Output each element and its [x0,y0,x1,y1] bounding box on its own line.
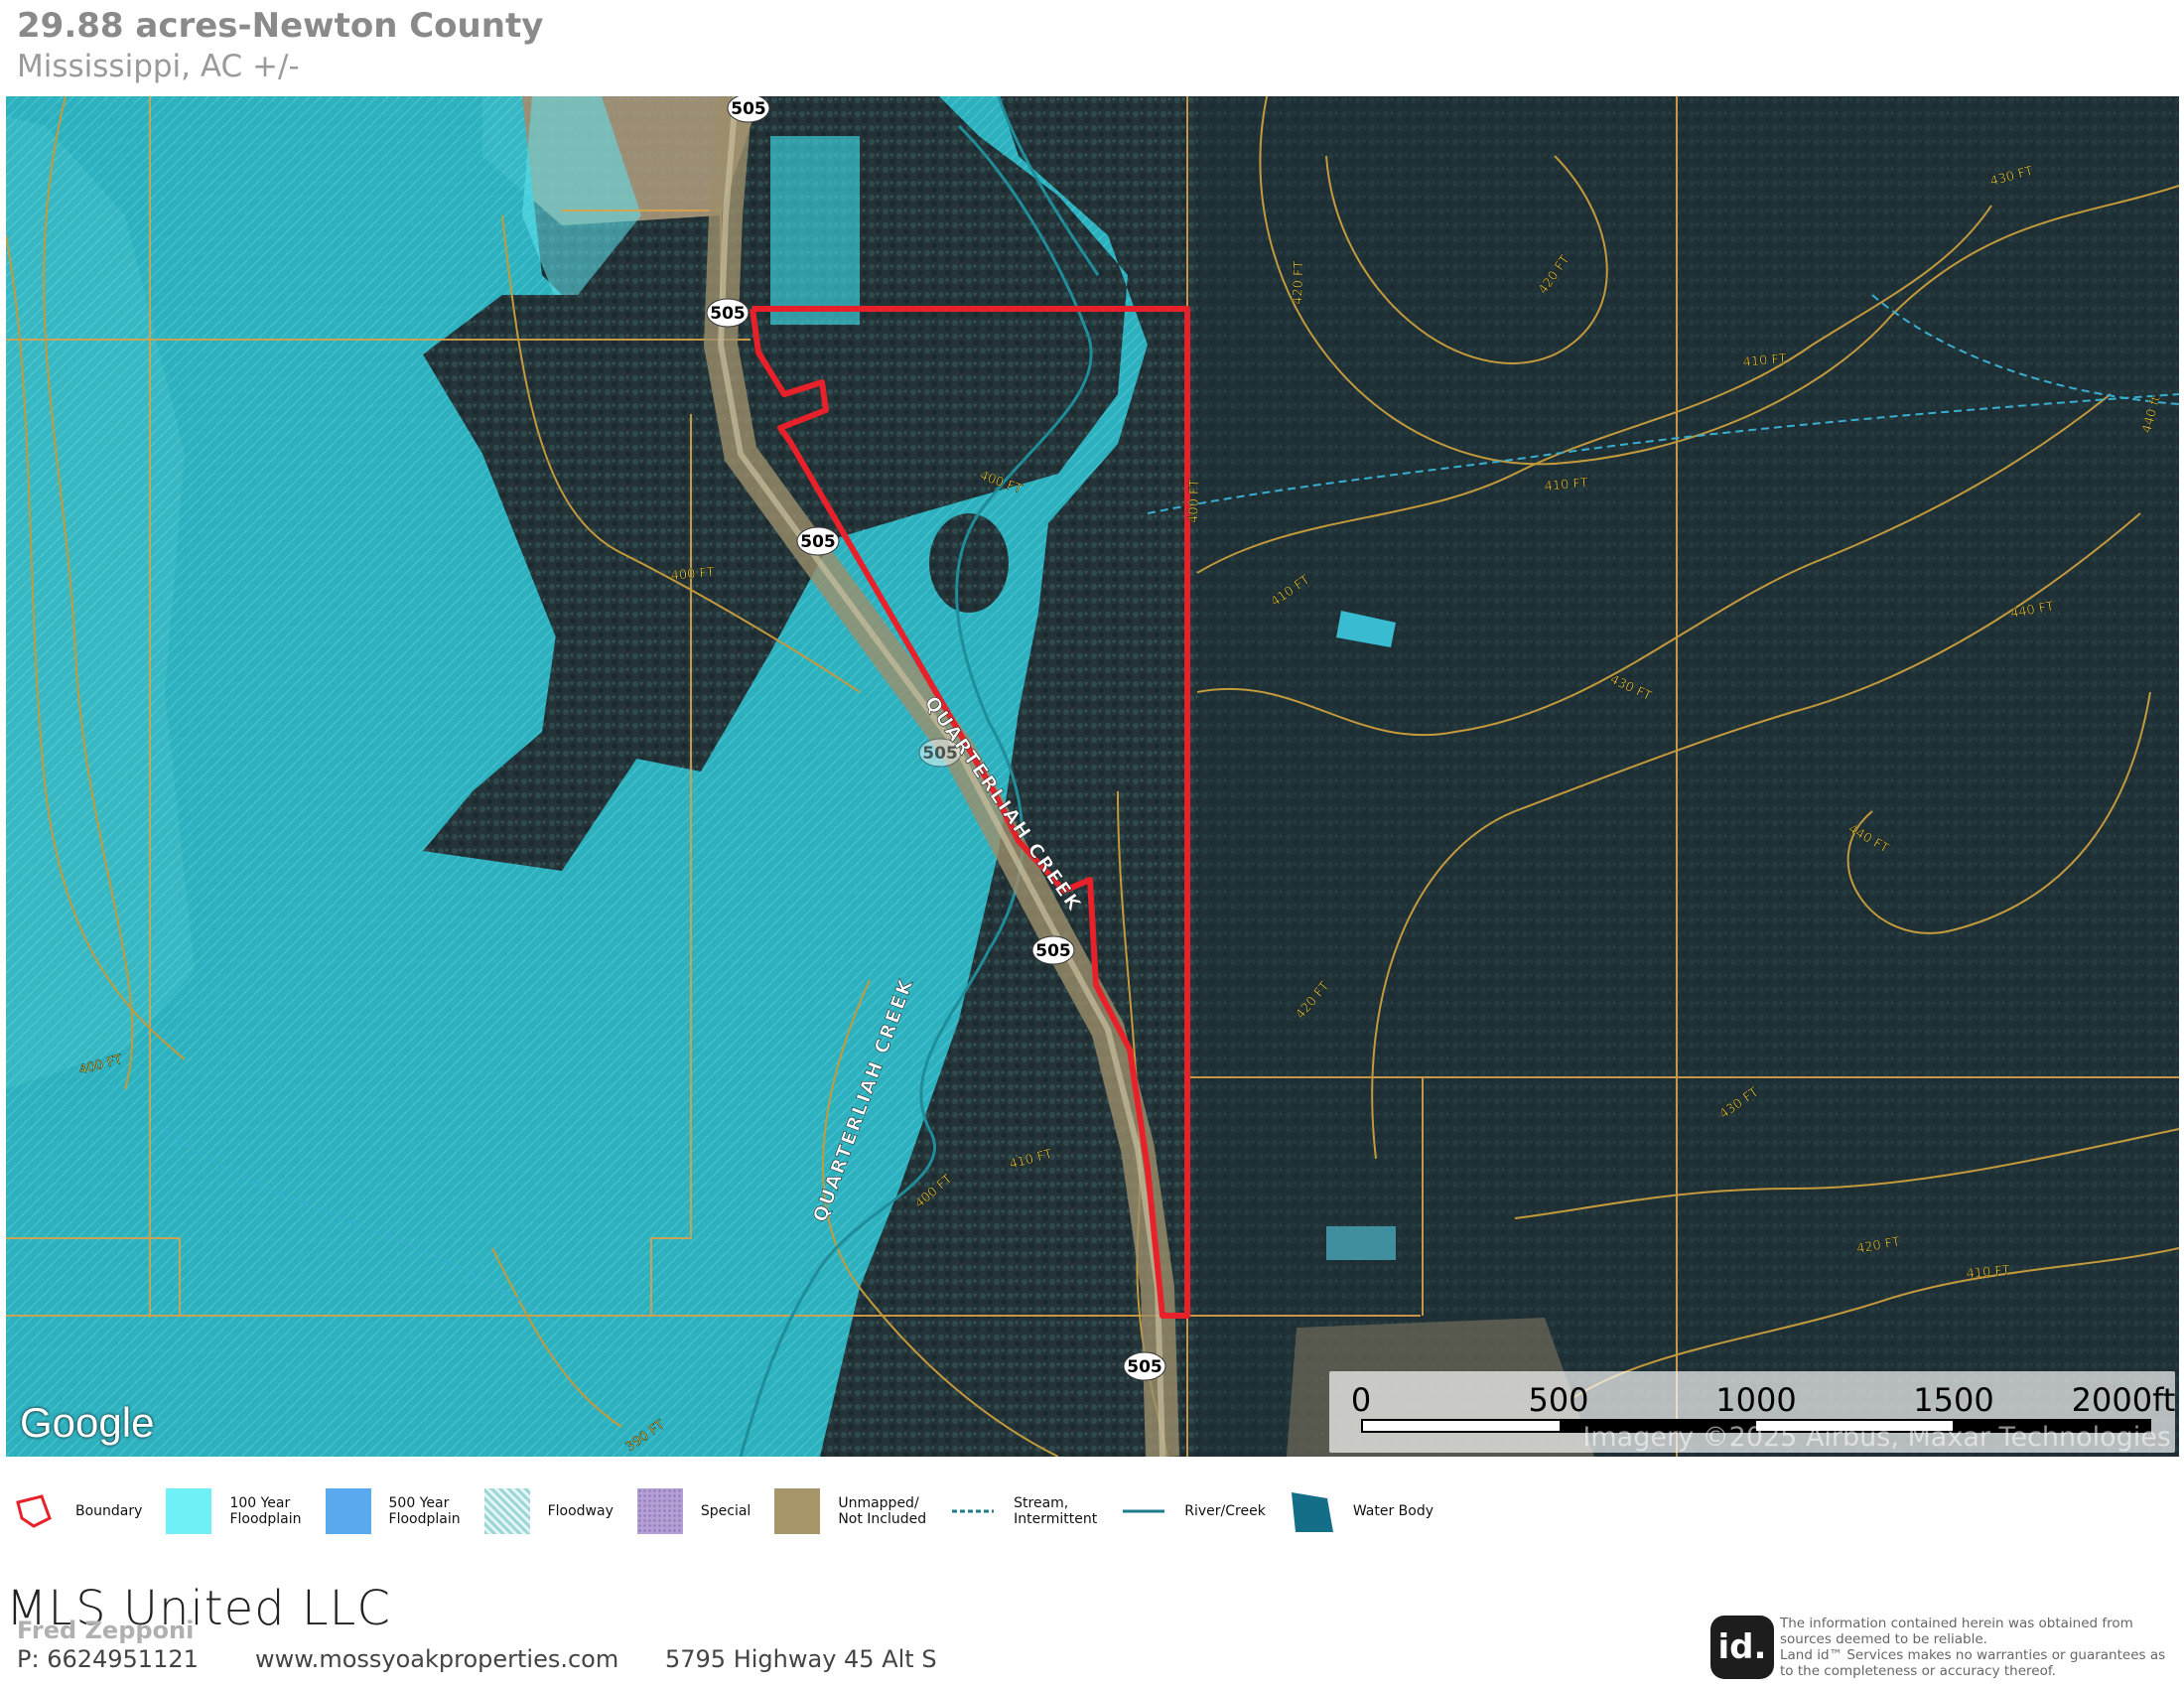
map-canvas: 505 505 505 505 505 505 400 FT 400 FT 40… [6,96,2179,1457]
route-shield-label: 505 [800,532,836,552]
footer-address: 5795 Highway 45 Alt S [665,1645,937,1673]
floodway-icon [483,1488,530,1534]
legend-item-boundary: Boundary [12,1488,142,1534]
river-creek-icon [1123,1509,1165,1513]
footer-phone[interactable]: P: 6624951121 [17,1645,199,1673]
legend-label: 500 Year Floodplain [388,1495,461,1527]
legend-label: Boundary [75,1503,143,1519]
scale-label: 2000ft [2071,1381,2176,1419]
route-shield: 505 [706,298,750,328]
legend-item-floodplain-100: 100 Year Floodplain [166,1488,302,1534]
legend-label: Unmapped/ Not Included [838,1495,927,1527]
page-subtitle: Mississippi, AC +/- [17,49,300,84]
route-shield: 505 [796,526,840,556]
scale-label: 0 [1350,1381,1372,1419]
scale-label: 500 [1528,1381,1589,1419]
legend-item-floodplain-500: 500 Year Floodplain [325,1488,461,1534]
contour-label: 420 FT [1291,260,1307,305]
map-legend: Boundary 100 Year Floodplain 500 Year Fl… [12,1483,1457,1539]
legend-item-special: Special [636,1488,751,1534]
route-shield: 505 [1123,1351,1166,1381]
imagery-credit: Imagery ©2025 Airbus, Maxar Technologies [1582,1422,2171,1453]
route-shield-label: 505 [1035,941,1071,961]
legend-label: River/Creek [1184,1503,1266,1519]
google-logo: Google [20,1399,155,1446]
legend-label: Special [700,1503,751,1519]
footer-website-link[interactable]: www.mossyoakproperties.com [255,1645,618,1673]
disclaimer-text: The information contained herein was obt… [1780,1616,2166,1679]
boundary-icon [16,1494,52,1528]
footer-agent-name: Fred Zepponi [17,1617,195,1644]
legend-item-unmapped: Unmapped/ Not Included [774,1488,926,1534]
land-id-logo: id. [1710,1616,1774,1679]
legend-label: Stream, Intermittent [1014,1495,1098,1527]
contour-label: 400 FT [1186,479,1203,523]
route-shield-label: 505 [710,304,746,324]
legend-item-stream: Stream, Intermittent [950,1488,1097,1534]
unmapped-icon [774,1488,821,1534]
pond-south [1326,1226,1396,1260]
legend-label: Floodway [547,1503,614,1519]
legend-item-river: River/Creek [1121,1488,1266,1534]
legend-item-floodway: Floodway [483,1488,614,1534]
page-title: 29.88 acres-Newton County [17,6,544,46]
stream-intermittent-icon [952,1509,995,1513]
floodplain-100-icon [166,1488,212,1534]
legend-item-water-body: Water Body [1290,1488,1433,1534]
route-shield-label: 505 [1127,1357,1162,1377]
water-body-icon [1291,1492,1333,1532]
route-shield: 505 [1031,935,1075,965]
scale-label: 1500 [1913,1381,1994,1419]
special-icon [636,1488,683,1534]
floodway-strip [770,136,860,325]
floodplain-500-icon [325,1488,371,1534]
map-view[interactable]: 505 505 505 505 505 505 400 FT 400 FT 40… [6,96,2179,1457]
legend-label: 100 Year Floodplain [229,1495,302,1527]
legend-label: Water Body [1352,1503,1433,1519]
route-shield-label: 505 [731,99,766,119]
route-shield: 505 [727,96,770,123]
scale-label: 1000 [1715,1381,1797,1419]
